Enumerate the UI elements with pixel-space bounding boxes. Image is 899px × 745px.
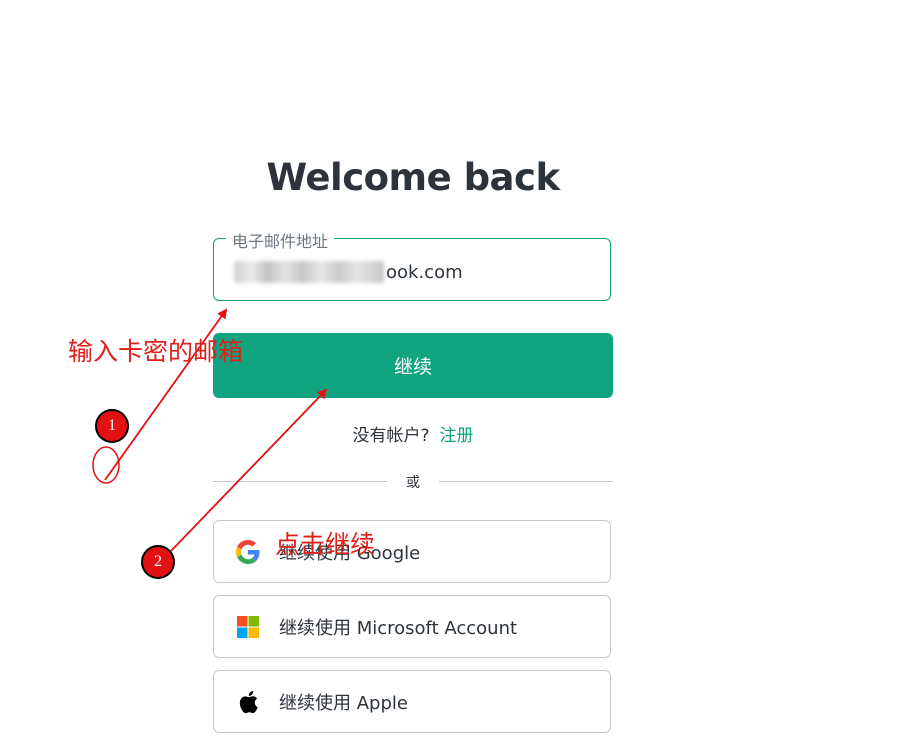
signup-prompt-line: 没有帐户? 注册 (213, 421, 613, 446)
email-field-label: 电子邮件地址 (226, 228, 335, 252)
microsoft-button-label: 继续使用 Microsoft Account (279, 617, 518, 639)
annotation-badge-1: 1 (95, 409, 129, 443)
annotation-badge-2: 2 (141, 545, 175, 579)
signup-prompt: 没有帐户? (352, 426, 430, 446)
login-page: Welcome back 电子邮件地址 ook.com 继续 没有帐户? 注册 或… (0, 0, 899, 745)
annotation-step1-text: 输入卡密的邮箱 (68, 337, 244, 366)
apple-button-label: 继续使用 Apple (279, 692, 408, 714)
redacted-email-prefix (234, 261, 384, 283)
page-title: Welcome back (266, 156, 560, 199)
or-divider: 或 (213, 472, 613, 492)
email-field[interactable]: 电子邮件地址 ook.com (213, 228, 611, 301)
divider-line-right (439, 481, 613, 482)
apple-icon (236, 690, 260, 714)
email-value-suffix: ook.com (386, 261, 463, 283)
google-icon (236, 539, 260, 564)
continue-with-apple-button[interactable]: 继续使用 Apple (213, 670, 611, 733)
signup-link[interactable]: 注册 (440, 426, 474, 446)
continue-with-microsoft-button[interactable]: 继续使用 Microsoft Account (213, 595, 611, 658)
divider-text: 或 (406, 475, 420, 491)
divider-line-left (213, 481, 387, 482)
continue-with-google-button[interactable]: 继续使用 Google (213, 520, 611, 583)
email-field-value[interactable]: ook.com (234, 261, 463, 283)
annotation-ellipse (92, 446, 120, 484)
annotation-step2-text: 点击继续 (275, 530, 376, 559)
microsoft-icon (236, 615, 260, 639)
continue-button[interactable]: 继续 (213, 333, 613, 398)
